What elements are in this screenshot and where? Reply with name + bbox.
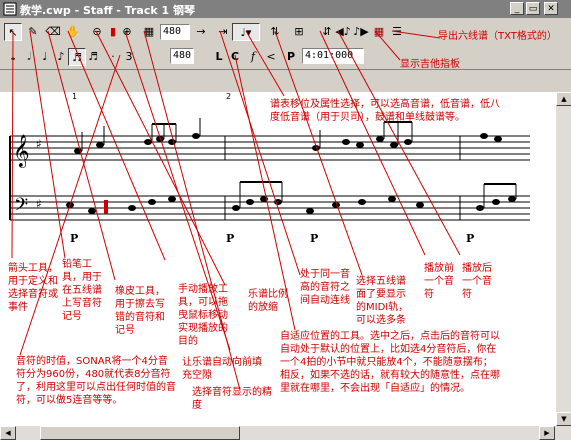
play-prev-icon[interactable]: ◀♪ [334, 23, 352, 41]
annotation-zoom: 乐谱比例的放缩 [248, 289, 288, 313]
fill-gaps-icon[interactable]: ⇥ [214, 23, 232, 41]
annotation-play-prev: 播放前一个音符 [424, 263, 454, 300]
annotation-auto-position: 自适应位置的工具。选中之后，点击后的音符可以自动处于默认的位置上，比如选4分音符… [280, 331, 500, 394]
measure-mark-1: 1 [72, 92, 78, 101]
annotation-six-line-export: 导出六线谱（TXT格式的） [438, 31, 557, 42]
app-icon [3, 2, 17, 16]
close-button[interactable]: ✕ [544, 2, 558, 15]
annotation-auto-fill: 让乐谱自动向前填充空隙 [182, 357, 262, 381]
annotation-midi-channel: 选择五线谱面了要显示的MIDI轨，可以选多条 [356, 276, 409, 326]
hairpin-tool[interactable]: < [262, 48, 280, 66]
guitar-chord-icon[interactable]: ▦ [370, 23, 388, 41]
annotation-choose-display: 选择音符显示的精度 [192, 387, 272, 411]
pitch-transpose-icon[interactable]: ⇅ [266, 23, 284, 41]
arrow-right-icon[interactable]: → [192, 23, 210, 41]
scroll-thumb[interactable] [40, 426, 240, 440]
triplet-icon[interactable]: 3 [120, 48, 138, 66]
window-titlebar[interactable]: 教学.cwp - Staff - Track 1 钢琴 _ ▭ ✕ [0, 0, 571, 18]
scrub-tool-icon[interactable]: ✋ [64, 23, 82, 41]
annotation-eraser-tool: 橡皮工具，用于擦去写错的音符和记号 [115, 286, 165, 336]
annotation-pitch-transpose: 谱表移位及属性选择，可以选高音谱，低音谱，低八度低音谱（用于贝司），鼓谱和单线鼓… [270, 99, 500, 123]
annotation-arrow-tool: 箭头工具，用于定义和选择音符或事件 [8, 263, 58, 313]
tab-export-icon[interactable]: ☰ [388, 23, 406, 41]
eraser-tool-icon[interactable]: ⌫ [44, 23, 62, 41]
thirtysecond-note-icon[interactable]: ♬ [84, 48, 102, 66]
annotation-play-next: 播放后一个音符 [462, 263, 492, 300]
annotation-pencil-tool: 铅笔工具，用于在五线谱上写音符记号 [62, 259, 102, 322]
play-next-icon[interactable]: ♪▶ [352, 23, 370, 41]
sharp-icon: ♯ [36, 137, 42, 151]
grid-icon[interactable]: ▦ [140, 23, 158, 41]
treble-clef-icon: 𝄞 [13, 134, 30, 168]
zoom-in-icon[interactable]: ⊕ [118, 23, 136, 41]
scroll-up-icon[interactable]: ▲ [556, 92, 571, 106]
pencil-tool-icon[interactable]: ✎ [24, 23, 42, 41]
scroll-right-icon[interactable]: ▶ [539, 426, 555, 440]
vertical-scrollbar[interactable]: ▲ ▼ [555, 92, 571, 426]
snap-value-field[interactable]: 480 [160, 24, 190, 40]
bass-clef-icon: 𝄢 [14, 195, 28, 220]
restore-button[interactable]: ▭ [526, 2, 540, 15]
pedal-mark-4: P [466, 232, 474, 245]
annotation-guitar-chords: 显示吉他指板 [400, 59, 460, 70]
time-field[interactable]: 4:01:000 [302, 48, 364, 64]
note-value-dropdown[interactable]: ♩▾ [232, 23, 260, 41]
pedal-tool[interactable]: P [282, 48, 300, 66]
minimize-button[interactable]: _ [510, 2, 524, 15]
pedal-mark-2: P [226, 232, 234, 245]
scroll-down-icon[interactable]: ▼ [556, 412, 571, 426]
pedal-mark-1: P [70, 232, 78, 245]
dynamic-tool[interactable]: f [244, 48, 262, 66]
scroll-left-icon[interactable]: ◀ [0, 426, 16, 440]
sharp-icon-bass: ♯ [36, 197, 42, 211]
window-title: 教学.cwp - Staff - Track 1 钢琴 [20, 4, 195, 17]
annotation-same-pitch: 处于同一音高的音符之间自动连线 [300, 269, 350, 306]
measure-mark-2: 2 [226, 92, 232, 101]
chord-tool[interactable]: C [226, 48, 244, 66]
annotation-scrub-tool: 手动播放工具，可以拖曳鼠标移动实现播放的目的 [178, 284, 228, 347]
duration-field[interactable]: 480 [170, 48, 194, 64]
annotation-note-length: 音符的时值，SONAR将一个4分音符分为960份，480就代表8分音符了，利用这… [16, 356, 176, 406]
arrow-tool-icon[interactable]: ↖ [4, 23, 22, 41]
pedal-mark-3: P [310, 232, 318, 245]
horizontal-scrollbar[interactable]: ◀ ▶ [0, 426, 571, 440]
track-select-icon[interactable]: ⊞ [290, 23, 308, 41]
